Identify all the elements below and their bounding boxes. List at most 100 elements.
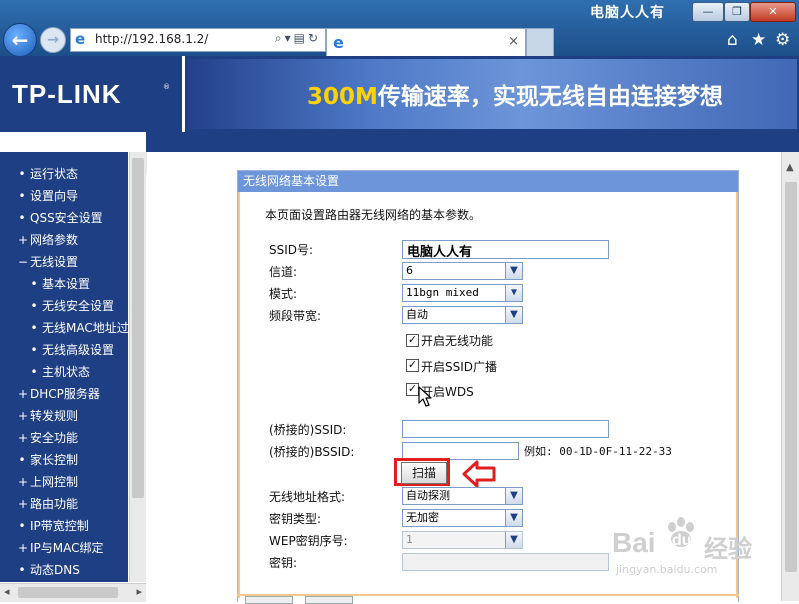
address-url: http://192.168.1.2/	[95, 32, 209, 46]
address-bar[interactable]: e http://192.168.1.2/ ⌕▾▤↻	[70, 28, 326, 52]
panel-title: 无线网络基本设置	[238, 171, 738, 192]
main-scroll-thumb[interactable]	[785, 182, 797, 572]
sidebar-item-run-status[interactable]: • 运行状态	[0, 163, 128, 185]
bridge-ssid-label: (桥接的)SSID:	[269, 423, 347, 437]
tab-ie-icon: e	[333, 33, 344, 52]
sidebar-scrollbar[interactable]	[129, 152, 147, 582]
forward-icon[interactable]: →	[40, 27, 66, 53]
home-icon[interactable]: ⌂	[727, 30, 738, 50]
watermark-cn: 经验	[704, 535, 752, 563]
mouse-cursor-icon	[418, 386, 432, 407]
refresh-icon[interactable]: ↻	[308, 31, 321, 45]
bandwidth-label: 频段带宽:	[269, 309, 322, 323]
scroll-right-icon[interactable]: ▸	[136, 585, 142, 598]
registered-mark: ®	[163, 83, 170, 91]
ssid-input[interactable]: 电脑人人有	[402, 240, 609, 260]
chevron-down-icon: ▼	[505, 532, 522, 548]
scan-button[interactable]: 扫描	[401, 462, 447, 484]
panel-intro: 本页面设置路由器无线网络的基本参数。	[265, 208, 482, 222]
bridge-bssid-label: (桥接的)BSSID:	[269, 445, 355, 459]
sidebar-item-network[interactable]: + 网络参数	[0, 229, 128, 251]
mode-select[interactable]: 11bgn mixed ▼	[402, 284, 523, 302]
tab-close-icon[interactable]: ×	[508, 34, 519, 49]
address-tools: ⌕▾▤↻	[275, 31, 321, 46]
new-tab-button[interactable]	[526, 28, 554, 56]
browser-tab[interactable]: e ×	[326, 28, 526, 56]
slogan-text: 传输速率，实现无线自由连接梦想	[377, 84, 723, 110]
key-type-label: 密钥类型:	[269, 512, 322, 526]
maximize-button[interactable]: ❐	[724, 2, 750, 22]
save-button-partial[interactable]	[245, 596, 293, 604]
sidebar-item-wireless[interactable]: − 无线设置	[0, 251, 128, 273]
sidebar-menu: • 运行状态 • 设置向导 • QSS安全设置 + 网络参数 − 无线设置 • 基本设置 •…	[0, 152, 128, 582]
sidebar-item-routing[interactable]: + 路由功能	[0, 493, 128, 515]
ssid-label: SSID号:	[269, 243, 314, 257]
chevron-down-icon: ▼	[505, 285, 522, 301]
sidebar-item-setup-wizard[interactable]: • 设置向导	[0, 185, 128, 207]
channel-label: 信道:	[269, 265, 298, 279]
key-input[interactable]	[402, 553, 609, 571]
enable-wireless-label: 开启无线功能	[421, 334, 494, 348]
mode-label: 模式:	[269, 287, 298, 301]
wep-index-label: WEP密钥序号:	[269, 534, 348, 548]
enable-ssid-broadcast-checkbox[interactable]: ✓	[406, 359, 419, 372]
chevron-down-icon: ▼	[505, 510, 522, 526]
sidebar-item-dhcp[interactable]: + DHCP服务器	[0, 383, 128, 405]
minimize-button[interactable]: —	[692, 2, 724, 22]
watermark-url: jingyan.baidu.com	[616, 563, 718, 576]
sidebar-item-bandwidth[interactable]: • IP带宽控制	[0, 515, 128, 537]
sidebar-item-mac-filter[interactable]: •无线MAC地址过滤	[0, 317, 128, 339]
favorites-star-icon[interactable]: ★	[751, 30, 766, 50]
brand-name: TP-LINK	[12, 79, 122, 109]
sidebar-item-forwarding[interactable]: + 转发规则	[0, 405, 128, 427]
sidebar-item-host-status[interactable]: • 主机状态	[0, 361, 128, 383]
slogan-highlight: 300M	[307, 84, 378, 110]
annotation-arrow-icon	[462, 460, 496, 488]
scroll-up-icon[interactable]: ▲	[786, 162, 794, 173]
chevron-down-icon: ▼	[505, 307, 522, 323]
settings-gear-icon[interactable]: ⚙	[775, 30, 790, 50]
main-scrollbar[interactable]: ▲	[781, 152, 799, 601]
enable-wireless-checkbox[interactable]: ✓	[406, 334, 419, 347]
key-label: 密钥:	[269, 556, 298, 570]
sidebar-item-ip-mac-binding[interactable]: + IP与MAC绑定	[0, 537, 128, 559]
ssid-value: 电脑人人有	[407, 245, 473, 260]
close-window-button[interactable]: ✕	[750, 2, 796, 22]
address-format-label: 无线地址格式:	[269, 490, 346, 504]
router-header: TP-LINK ® 300M传输速率，实现无线自由连接梦想	[0, 56, 799, 132]
browser-chrome: 电脑人人有 — ❐ ✕ ← → e http://192.168.1.2/ ⌕▾…	[0, 0, 799, 57]
horizontal-scroll-thumb[interactable]	[18, 587, 118, 598]
channel-select[interactable]: 6 ▼	[402, 262, 523, 280]
slogan: 300M传输速率，实现无线自由连接梦想	[307, 77, 723, 111]
watermark-paw-text: du	[672, 532, 692, 549]
bandwidth-select[interactable]: 自动 ▼	[402, 306, 523, 324]
ie-icon: e	[75, 30, 86, 48]
window-title: 电脑人人有	[590, 5, 665, 21]
bridge-ssid-input[interactable]	[402, 420, 609, 438]
slogan-banner: 300M传输速率，实现无线自由连接梦想	[187, 59, 797, 129]
help-button-partial[interactable]	[305, 596, 353, 604]
chevron-down-icon: ▼	[505, 488, 522, 504]
sidebar-item-qss[interactable]: • QSS安全设置	[0, 207, 128, 229]
scroll-left-icon[interactable]: ◂	[4, 585, 10, 598]
sidebar-scroll-thumb[interactable]	[132, 158, 144, 498]
chevron-down-icon: ▼	[505, 263, 522, 279]
sidebar-item-security[interactable]: + 安全功能	[0, 427, 128, 449]
watermark-brand: Bai	[612, 527, 656, 558]
sidebar-item-ddns[interactable]: • 动态DNS	[0, 559, 128, 581]
sidebar-item-wireless-advanced[interactable]: • 无线高级设置	[0, 339, 128, 361]
enable-ssid-broadcast-label: 开启SSID广播	[421, 360, 498, 374]
address-format-select[interactable]: 自动探测 ▼	[402, 487, 523, 505]
sidebar-item-access-control[interactable]: + 上网控制	[0, 471, 128, 493]
compat-view-icon[interactable]: ▤	[294, 31, 308, 45]
search-icon[interactable]: ⌕	[275, 31, 285, 45]
sidebar-item-basic-settings[interactable]: • 基本设置	[0, 273, 128, 295]
wep-index-select[interactable]: 1 ▼	[402, 531, 523, 549]
sidebar-item-wireless-security[interactable]: • 无线安全设置	[0, 295, 128, 317]
back-icon[interactable]: ←	[3, 23, 37, 57]
sidebar-horizontal-scrollbar[interactable]: ◂ ▸	[0, 583, 146, 602]
bssid-example: 例如: 00-1D-0F-11-22-33	[524, 445, 672, 458]
dropdown-icon[interactable]: ▾	[285, 31, 294, 45]
sidebar-item-parental-control[interactable]: • 家长控制	[0, 449, 128, 471]
key-type-select[interactable]: 无加密 ▼	[402, 509, 523, 527]
